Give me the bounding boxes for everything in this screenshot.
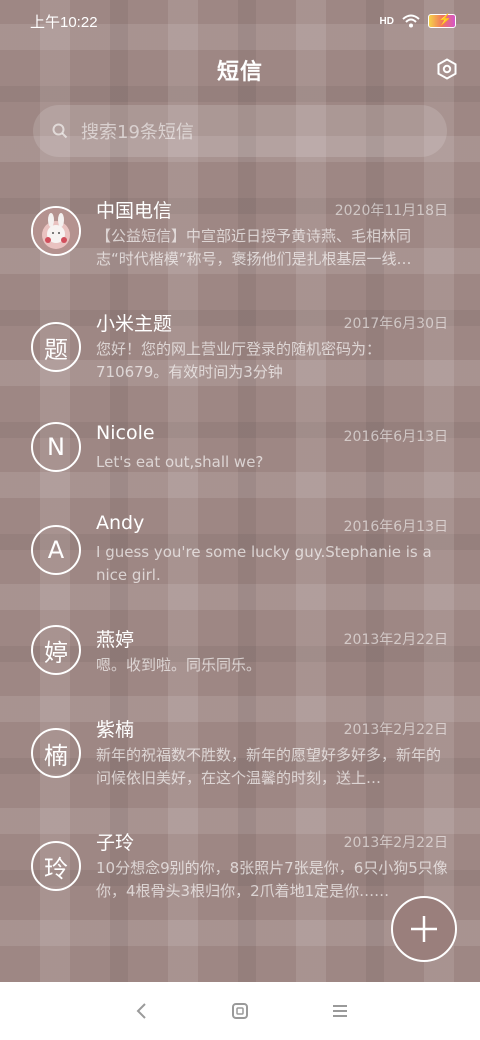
message-date: 2013年2月22日: [343, 722, 448, 738]
header: 短信: [0, 42, 480, 98]
bunny-avatar-icon: [33, 208, 79, 254]
message-snippet: I guess you're some lucky guy.Stephanie …: [96, 543, 432, 584]
navigation-bar: [0, 982, 480, 1040]
contact-name: 燕婷: [96, 629, 135, 651]
message-snippet: 新年的祝福数不胜数，新年的愿望好多好多，新年的问候依旧美好，在这个温馨的时刻，送…: [96, 746, 442, 787]
message-snippet: 您好！您的网上营业厅登录的随机密码为：710679。有效时间为3分钟: [96, 340, 382, 381]
contact-name: 紫楠: [96, 719, 135, 741]
status-time: 上午10:22: [30, 13, 98, 31]
back-icon[interactable]: [132, 1001, 152, 1021]
status-icons: HD ⚡: [380, 14, 456, 28]
avatar: 题: [31, 322, 81, 372]
avatar: A: [31, 525, 81, 575]
avatar: 婷: [31, 625, 81, 675]
message-date: 2013年2月22日: [343, 835, 448, 851]
message-snippet: 【公益短信】中宣部近日授予黄诗燕、毛相林同志“时代楷模”称号，褒扬他们是扎根基层…: [96, 227, 412, 268]
message-date: 2017年6月30日: [343, 316, 448, 332]
contact-name: 小米主题: [96, 313, 173, 335]
contact-name: 中国电信: [96, 200, 173, 222]
message-snippet: 10分想念9别的你，8张照片7张是你，6只小狗5只像你，4根骨头3根归你，2爪着…: [96, 859, 448, 900]
avatar: N: [31, 422, 81, 472]
message-date: 2020年11月18日: [334, 203, 448, 219]
menu-icon[interactable]: [330, 1001, 350, 1021]
new-message-button[interactable]: [391, 896, 457, 962]
plus-icon: [411, 916, 437, 942]
search-placeholder: 搜索19条短信: [81, 122, 194, 143]
home-icon[interactable]: [230, 1001, 250, 1021]
avatar: 玲: [31, 841, 81, 891]
message-snippet: 嗯。收到啦。同乐同乐。: [96, 656, 262, 674]
wifi-icon: [402, 14, 420, 28]
status-bar: 上午10:22 HD ⚡: [0, 0, 480, 42]
contact-name: Nicole: [96, 422, 155, 444]
search-icon: [52, 123, 68, 139]
contact-name: Andy: [96, 512, 145, 534]
message-snippet: Let's eat out,shall we?: [96, 453, 264, 471]
avatar: 楠: [31, 728, 81, 778]
message-date: 2016年6月13日: [343, 519, 448, 535]
avatar: [31, 206, 81, 256]
page-title: 短信: [216, 60, 263, 85]
settings-icon[interactable]: [436, 58, 458, 80]
message-date: 2013年2月22日: [343, 632, 448, 648]
search-input[interactable]: 搜索19条短信: [33, 105, 447, 157]
battery-icon: ⚡: [428, 14, 456, 28]
message-date: 2016年6月13日: [343, 429, 448, 445]
signal-icon: HD: [379, 15, 394, 27]
contact-name: 子玲: [96, 832, 135, 854]
